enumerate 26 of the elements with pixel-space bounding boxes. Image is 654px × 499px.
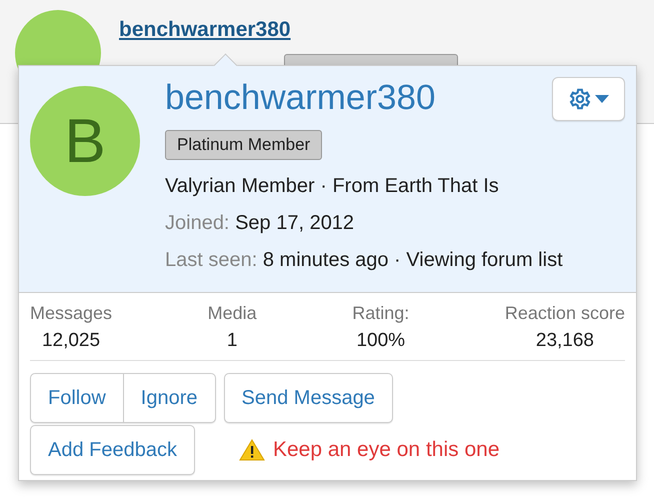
stat-label: Rating: [352,303,410,324]
settings-icon [568,88,590,110]
stat-value: 23,168 [536,330,594,352]
action-button[interactable]: Add Feedback [30,425,195,475]
stat-value: 12,025 [42,330,100,352]
caret-icon [594,95,608,103]
detail-value: Sep 17, 2012 [235,212,354,234]
detail-label: Last seen: [165,249,258,271]
settings-button[interactable] [552,77,625,121]
action-button[interactable]: Follow [30,373,124,423]
stat-value: 1 [226,330,238,352]
username-link[interactable]: benchwarmer380 [165,78,436,118]
member-badge: Platinum Member [165,130,322,160]
avatar[interactable]: B [30,86,140,196]
warning-icon [238,439,265,461]
stat-label: Media [208,303,257,324]
stat-value: 100% [356,330,406,352]
stat-label: Reaction score [504,303,625,324]
username-link[interactable]: benchwarmer380 [119,18,458,42]
action-button[interactable]: Send Message [224,373,393,423]
detail-label: Joined: [165,212,230,234]
detail-value: 8 minutes ago · Viewing forum list [262,249,563,271]
action-button[interactable]: Ignore [124,373,216,423]
stat-label: Messages [30,303,112,324]
warning-text: Keep an eye on this one [272,438,500,462]
user-title: Valyrian Member · From Earth That Is [165,174,500,199]
